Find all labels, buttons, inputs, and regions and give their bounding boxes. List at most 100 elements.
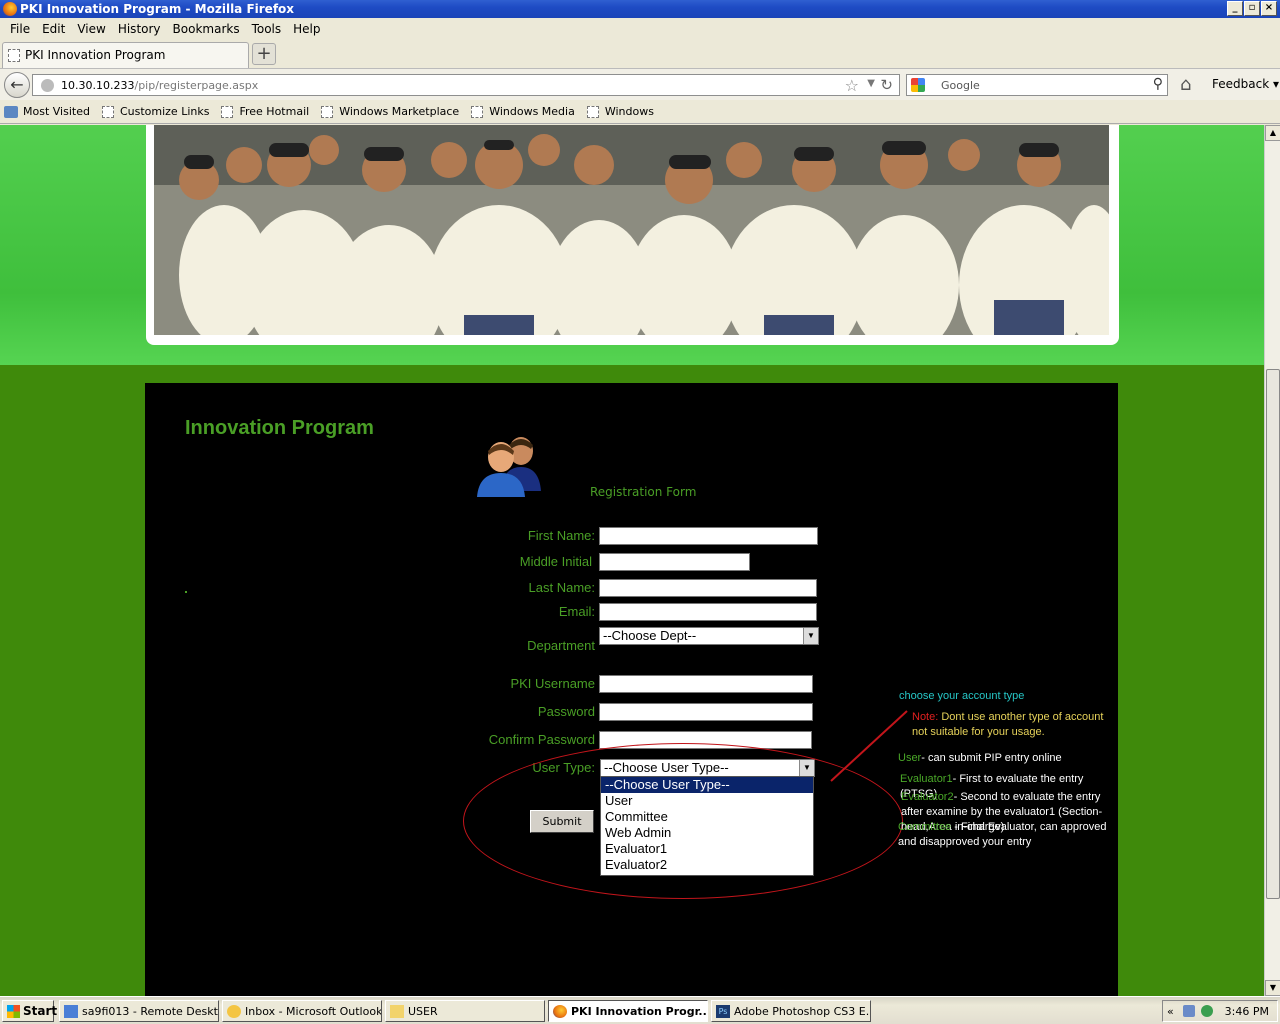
email-label: Email: — [558, 604, 595, 619]
new-tab-button[interactable]: + — [252, 43, 276, 65]
department-select[interactable]: --Choose Dept-- ▼ — [599, 627, 819, 645]
note-heading: choose your account type — [899, 690, 1025, 702]
bookmark-customize-links[interactable]: Customize Links — [101, 105, 209, 118]
password-label: Password — [537, 704, 595, 719]
tab-pki-innovation[interactable]: PKI Innovation Program — [2, 42, 249, 68]
menu-history[interactable]: History — [112, 22, 167, 36]
menu-bar: File Edit View History Bookmarks Tools H… — [0, 18, 1280, 40]
google-icon[interactable] — [911, 78, 925, 92]
bookmark-page-icon — [221, 105, 234, 118]
taskbar-user-folder[interactable]: USER — [385, 1000, 545, 1022]
bookmark-windows-marketplace[interactable]: Windows Marketplace — [321, 105, 459, 118]
network-icon[interactable] — [1183, 1005, 1195, 1017]
last-name-label: Last Name: — [528, 580, 595, 595]
bookmark-page-icon — [321, 105, 334, 118]
department-label: Department — [527, 638, 595, 653]
username-field[interactable] — [599, 675, 813, 693]
navigation-toolbar: ← 10.30.10.233/pip/registerpage.aspx ☆ ▼… — [0, 68, 1280, 100]
windows-taskbar: Start sa9fi013 - Remote Desktop Inbox - … — [0, 996, 1280, 1024]
menu-file[interactable]: File — [4, 22, 36, 36]
url-dropdown-icon[interactable]: ▼ — [867, 78, 875, 89]
bookmark-page-icon — [101, 105, 114, 118]
last-name-field[interactable] — [599, 579, 817, 597]
username-label: PKI Username — [510, 676, 595, 691]
form-title: Registration Form — [590, 485, 697, 499]
tab-strip: PKI Innovation Program + — [0, 40, 1280, 68]
bookmark-windows[interactable]: Windows — [586, 105, 654, 118]
reload-icon[interactable]: ↻ — [880, 76, 893, 94]
clock: 3:46 PM — [1224, 1005, 1269, 1018]
firefox-icon — [3, 2, 17, 16]
folder-icon — [390, 1005, 404, 1018]
url-path: /pip/registerpage.aspx — [134, 79, 259, 92]
url-host: 10.30.10.233 — [61, 79, 135, 92]
group-photo — [154, 125, 1109, 335]
middle-initial-label: Middle Initial — [519, 554, 592, 569]
url-text: 10.30.10.233/pip/registerpage.aspx — [61, 79, 258, 92]
green-band — [0, 365, 1264, 385]
note-warning: Note: Dont use another type of account n… — [912, 711, 1104, 738]
minimize-button[interactable]: _ — [1227, 1, 1243, 16]
maximize-button[interactable]: ▫ — [1244, 1, 1260, 16]
menu-help[interactable]: Help — [287, 22, 326, 36]
first-name-field[interactable] — [599, 527, 818, 545]
department-select-value: --Choose Dept-- — [603, 628, 697, 643]
taskbar-photoshop[interactable]: Ps Adobe Photoshop CS3 E... — [711, 1000, 871, 1022]
group-photo-art — [154, 125, 1109, 335]
bookmark-page-icon — [471, 105, 484, 118]
photoshop-icon: Ps — [716, 1005, 730, 1018]
email-field[interactable] — [599, 603, 817, 621]
windows-logo-icon — [7, 1005, 20, 1018]
search-placeholder: Google — [941, 79, 980, 92]
scroll-thumb[interactable] — [1266, 369, 1280, 899]
search-bar[interactable]: Google ⚲ — [906, 74, 1168, 96]
globe-icon[interactable] — [1201, 1005, 1213, 1017]
bookmark-star-icon[interactable]: ☆ — [845, 76, 859, 95]
firefox-icon — [553, 1005, 567, 1018]
scroll-down-button[interactable]: ▼ — [1265, 980, 1280, 996]
confirm-password-label: Confirm Password — [488, 732, 595, 747]
site-identity-icon[interactable] — [41, 79, 54, 92]
note-committee: Committee - Final Evaluator, can approve… — [898, 821, 1107, 848]
remote-desktop-icon — [64, 1005, 78, 1018]
bookmark-page-icon — [586, 105, 599, 118]
menu-view[interactable]: View — [71, 22, 111, 36]
outlook-icon — [227, 1005, 241, 1018]
bookmark-windows-media[interactable]: Windows Media — [471, 105, 575, 118]
page-title: Innovation Program — [185, 417, 374, 439]
home-icon[interactable]: ⌂ — [1180, 74, 1191, 95]
chevron-down-icon[interactable]: ▼ — [803, 628, 818, 644]
note-user: User- can submit PIP entry online — [898, 752, 1062, 764]
menu-bookmarks[interactable]: Bookmarks — [167, 22, 246, 36]
middle-initial-field[interactable] — [599, 553, 750, 571]
users-icon — [477, 437, 541, 497]
window-title: PKI Innovation Program - Mozilla Firefox — [20, 2, 295, 16]
address-bar[interactable]: 10.30.10.233/pip/registerpage.aspx ☆ ▼ ↻ — [32, 74, 900, 96]
back-button[interactable]: ← — [4, 72, 30, 98]
vertical-scrollbar[interactable]: ▲ ▼ — [1264, 125, 1280, 996]
bookmark-most-visited[interactable]: Most Visited — [4, 105, 90, 118]
tray-expand-button[interactable]: « — [1167, 1005, 1174, 1018]
password-field[interactable] — [599, 703, 813, 721]
scroll-up-button[interactable]: ▲ — [1265, 125, 1280, 141]
registration-panel: Innovation Program Registration Form Fir… — [145, 383, 1118, 996]
page-viewport: Innovation Program Registration Form Fir… — [0, 125, 1264, 996]
menu-edit[interactable]: Edit — [36, 22, 71, 36]
stray-dot — [185, 591, 187, 593]
menu-tools[interactable]: Tools — [246, 22, 288, 36]
window-controls: _ ▫ × — [1227, 1, 1277, 16]
close-button[interactable]: × — [1261, 1, 1277, 16]
start-button[interactable]: Start — [2, 1000, 57, 1022]
first-name-label: First Name: — [527, 528, 595, 543]
bookmarks-toolbar: Most Visited Customize Links Free Hotmai… — [0, 100, 1280, 124]
taskbar-outlook[interactable]: Inbox - Microsoft Outlook — [222, 1000, 382, 1022]
taskbar-remote-desktop[interactable]: sa9fi013 - Remote Desktop — [59, 1000, 219, 1022]
taskbar-firefox[interactable]: PKI Innovation Progr... — [548, 1000, 708, 1022]
back-arrow-icon: ← — [10, 75, 24, 94]
system-tray: « 3:46 PM — [1162, 1000, 1278, 1022]
tab-label: PKI Innovation Program — [25, 48, 166, 62]
feedback-button[interactable]: Feedback ▾ — [1212, 77, 1279, 91]
bookmark-free-hotmail[interactable]: Free Hotmail — [221, 105, 309, 118]
most-visited-icon — [4, 105, 18, 118]
search-icon[interactable]: ⚲ — [1153, 76, 1163, 92]
